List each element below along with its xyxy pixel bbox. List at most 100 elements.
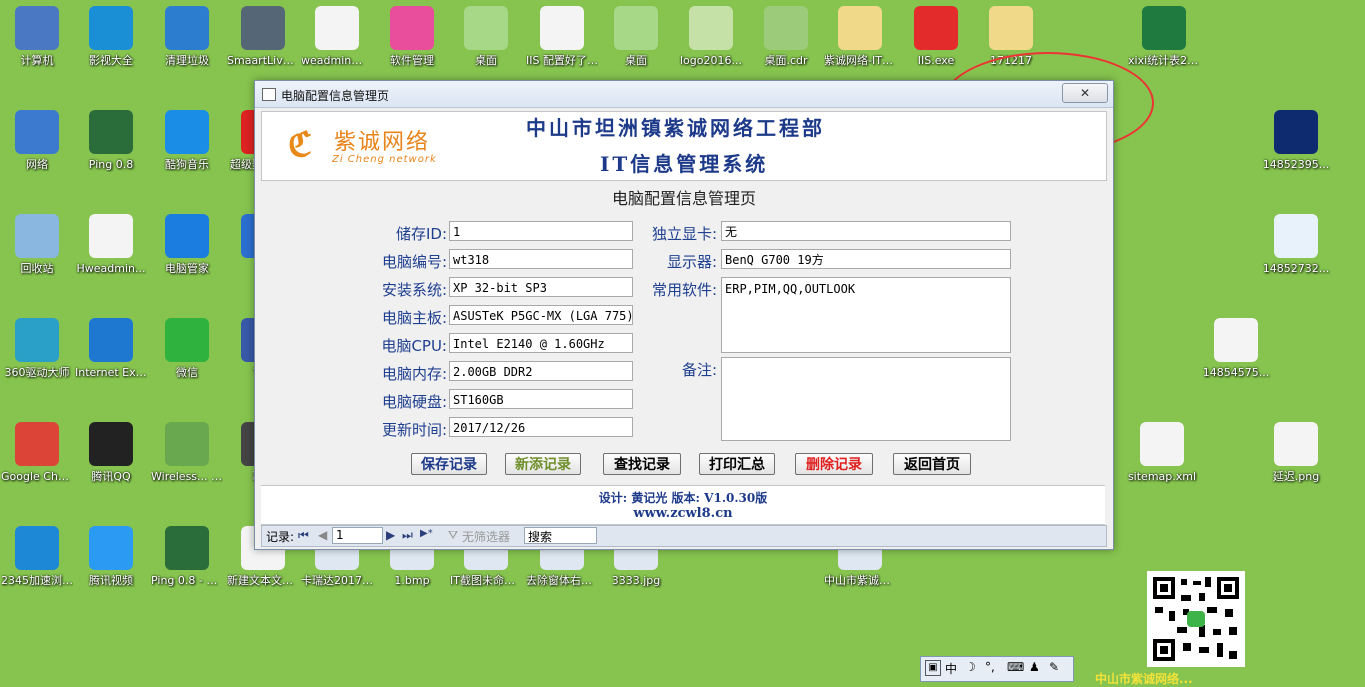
image-icon: [689, 6, 733, 50]
updated-field[interactable]: 2017/12/26: [449, 417, 633, 437]
desktop-icon[interactable]: 清理垃圾: [151, 6, 223, 68]
desktop-icon-label: 2345加速浏览器: [1, 574, 73, 587]
desktop-icon-label: 腾讯QQ: [91, 470, 131, 483]
desktop-icon[interactable]: IIS 配置好了,网站打不开: [526, 6, 598, 68]
desktop-icon[interactable]: xixi统计表20171224...: [1128, 6, 1200, 68]
os-field[interactable]: XP 32-bit SP3: [449, 277, 633, 297]
prev-record-button[interactable]: ◀: [318, 528, 327, 542]
last-record-button[interactable]: ⏭: [402, 528, 413, 543]
desktop-icon-label: weadmin元件不了: [301, 54, 373, 67]
desktop-icon[interactable]: 14852732...: [1260, 214, 1332, 276]
desktop-icon[interactable]: 桌面: [600, 6, 672, 68]
memory-field[interactable]: 2.00GB DDR2: [449, 361, 633, 381]
desktop-icon-label: 3333.jpg: [611, 574, 661, 587]
desktop-icon[interactable]: Google Chrome: [1, 422, 73, 484]
desktop-icon[interactable]: 紫诚网络-IT信息管理: [824, 6, 896, 68]
window-titlebar[interactable]: 电脑配置信息管理页 ✕: [255, 81, 1113, 108]
return-home-button[interactable]: 返回首页: [893, 453, 971, 475]
desktop-icon[interactable]: 2345加速浏览器: [1, 526, 73, 588]
image-icon: [1274, 422, 1318, 466]
moon-icon[interactable]: ☽: [965, 660, 976, 674]
delete-record-button[interactable]: 删除记录: [795, 453, 873, 475]
motherboard-field[interactable]: ASUSTeK P5GC-MX (LGA 775): [449, 305, 633, 325]
desktop-icon[interactable]: 微信: [151, 318, 223, 380]
desktop-icon-label: xixi统计表20171224...: [1128, 54, 1200, 67]
desktop-icon[interactable]: 桌面: [450, 6, 522, 68]
broom-icon: [165, 6, 209, 50]
desktop-icon-label: IIS 配置好了,网站打不开: [526, 54, 598, 67]
label-pc-number: 电脑编号:: [381, 253, 447, 271]
find-record-button[interactable]: 查找记录: [603, 453, 681, 475]
desktop-icon[interactable]: 腾讯QQ: [75, 422, 147, 484]
desktop-icon[interactable]: Hweadmin...: [75, 214, 147, 276]
disk-field[interactable]: ST160GB: [449, 389, 633, 409]
ping-icon: [165, 526, 209, 570]
desktop-icon-label: 1.bmp: [394, 574, 430, 587]
file-icon: [540, 6, 584, 50]
desktop-icon[interactable]: 桌面.cdr: [750, 6, 822, 68]
monitor-field[interactable]: BenQ G700 19方: [721, 249, 1011, 269]
desktop-icon[interactable]: Ping 0.8: [75, 110, 147, 172]
desktop-icon[interactable]: 网络: [1, 110, 73, 172]
desktop-icon-label: 紫诚网络-IT信息管理: [824, 54, 896, 67]
desktop-icon-label: 影视大全: [89, 54, 133, 67]
website-link[interactable]: www.zcwl8.cn: [261, 506, 1105, 521]
desktop-icon[interactable]: 腾讯视频: [75, 526, 147, 588]
software-field[interactable]: ERP,PIM,QQ,OUTLOOK: [721, 277, 1011, 353]
desktop-icon[interactable]: 延迟.png: [1260, 422, 1332, 484]
company-logo: ℭ 紫诚网络 Zi Cheng network: [288, 124, 458, 168]
cpu-field[interactable]: Intel E2140 @ 1.60GHz: [449, 333, 633, 353]
desktop-icon[interactable]: 360驱动大师: [1, 318, 73, 380]
no-filter-button[interactable]: 无筛选器: [462, 528, 510, 545]
kugou-icon: [165, 110, 209, 154]
desktop-icon-label: Ping 0.8: [88, 158, 134, 171]
add-record-button[interactable]: 新添记录: [505, 453, 581, 475]
desktop-icon[interactable]: Ping 0.8 - 快捷方式: [151, 526, 223, 588]
desktop-icon[interactable]: 回收站: [1, 214, 73, 276]
desktop-icon[interactable]: sitemap.xml: [1126, 422, 1198, 484]
close-button[interactable]: ✕: [1062, 83, 1108, 103]
ime-chinese-toggle[interactable]: 中: [945, 660, 957, 677]
desktop-icon[interactable]: 软件管理: [376, 6, 448, 68]
desktop-icon[interactable]: 计算机: [1, 6, 73, 68]
desktop-icon-label: 360驱动大师: [4, 366, 70, 379]
next-record-button[interactable]: ▶: [386, 528, 395, 542]
current-record-field[interactable]: 1: [332, 527, 383, 544]
desktop-icon[interactable]: IIS.exe: [900, 6, 972, 68]
notes-field[interactable]: [721, 357, 1011, 441]
desktop-icon[interactable]: logo2016...: [675, 6, 747, 68]
desktop-icon[interactable]: 电脑管家: [151, 214, 223, 276]
logo-text-en: Zi Cheng network: [332, 154, 437, 165]
user-icon[interactable]: ♟: [1029, 660, 1040, 674]
desktop-icon[interactable]: 酷狗音乐: [151, 110, 223, 172]
desktop-icon[interactable]: SmaartLive 5.3中文版: [227, 6, 299, 68]
desktop-icon[interactable]: Wireless... - 快捷方式: [151, 422, 223, 484]
ime-toolbar: ▣ 中 ☽ °, ⌨ ♟ ✎: [920, 656, 1074, 682]
label-updated: 更新时间:: [381, 421, 447, 439]
print-summary-button[interactable]: 打印汇总: [699, 453, 775, 475]
new-record-nav-button[interactable]: ▶*: [420, 528, 433, 539]
punctuation-icon[interactable]: °,: [985, 660, 995, 674]
desktop-icon[interactable]: 14854575...: [1200, 318, 1272, 380]
storage-id-field[interactable]: 1: [449, 221, 633, 241]
desktop-icon[interactable]: weadmin元件不了: [301, 6, 373, 68]
label-gpu: 独立显卡:: [651, 225, 717, 243]
gpu-field[interactable]: 无: [721, 221, 1011, 241]
search-input[interactable]: 搜索: [524, 527, 597, 544]
desktop-icon[interactable]: 14852395...: [1260, 110, 1332, 172]
desktop-icon-label: 计算机: [20, 54, 54, 67]
keyboard-icon[interactable]: ⌨: [1007, 660, 1024, 674]
computer-icon: [15, 6, 59, 50]
save-record-button[interactable]: 保存记录: [411, 453, 487, 475]
filter-icon: ⛛: [448, 528, 459, 542]
form-icon: [262, 88, 276, 101]
ime-logo-icon[interactable]: ▣: [925, 660, 941, 676]
label-software: 常用软件:: [651, 281, 717, 299]
pc-number-field[interactable]: wt318: [449, 249, 633, 269]
first-record-button[interactable]: ⏮: [298, 528, 309, 543]
record-navigator: 记录: ⏮ ◀ 1 ▶ ⏭ ▶* ⛛ 无筛选器 搜索: [261, 525, 1107, 547]
wrench-icon[interactable]: ✎: [1049, 660, 1059, 674]
desktop-icon[interactable]: 影视大全: [75, 6, 147, 68]
desktop-icon[interactable]: Internet Explorer: [75, 318, 147, 380]
desktop-icon-label: 去除窗体右键.jpg: [526, 574, 598, 587]
